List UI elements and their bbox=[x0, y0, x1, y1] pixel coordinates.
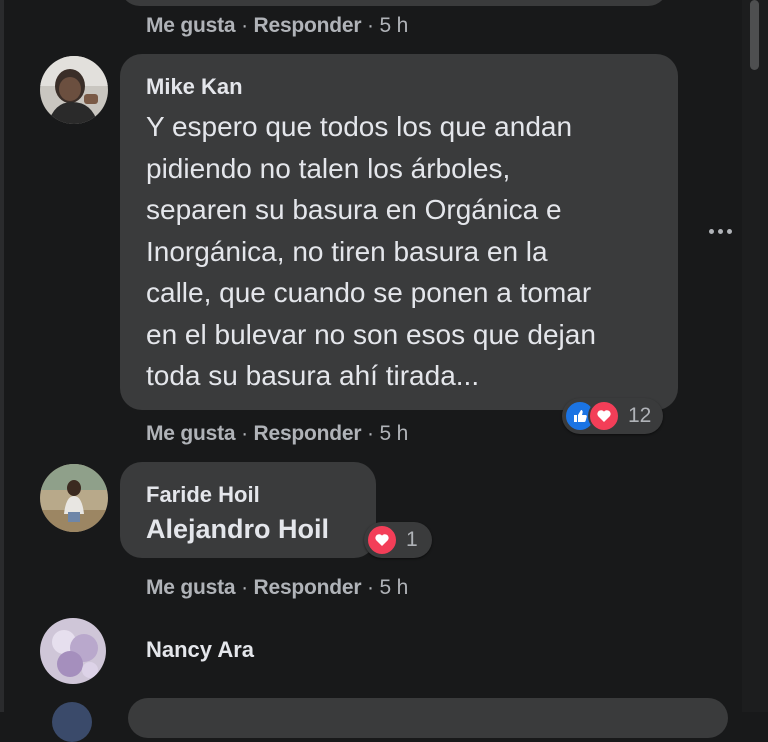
comment-author[interactable]: Faride Hoil bbox=[146, 482, 329, 508]
separator: · bbox=[367, 422, 374, 445]
previous-comment-bubble bbox=[120, 0, 668, 6]
comment-actions-0: Me gusta · Responder · 5 h bbox=[146, 14, 408, 38]
comment-line: separen su basura en Orgánica e bbox=[146, 194, 562, 225]
separator: · bbox=[367, 14, 374, 37]
avatar-faride-hoil[interactable] bbox=[40, 464, 108, 532]
like-action[interactable]: Me gusta bbox=[146, 576, 236, 599]
reaction-summary[interactable]: 12 bbox=[562, 398, 664, 434]
comment-actions-1: Me gusta · Responder · 5 h bbox=[146, 422, 408, 446]
reply-action[interactable]: Responder bbox=[254, 422, 362, 445]
reply-action[interactable]: Responder bbox=[254, 576, 362, 599]
timestamp[interactable]: 5 h bbox=[379, 422, 408, 445]
separator: · bbox=[241, 14, 248, 37]
timestamp[interactable]: 5 h bbox=[379, 14, 408, 37]
comment-line: Y espero que todos los que andan bbox=[146, 111, 573, 142]
comment-text: Y espero que todos los que andan pidiend… bbox=[146, 106, 596, 397]
like-action[interactable]: Me gusta bbox=[146, 422, 236, 445]
scrollbar-thumb[interactable] bbox=[750, 0, 759, 70]
comment-bubble-mike-kan: Mike Kan Y espero que todos los que anda… bbox=[120, 54, 678, 410]
love-icon bbox=[588, 400, 620, 432]
more-options-icon[interactable] bbox=[700, 216, 740, 246]
mention-link[interactable]: Alejandro Hoil bbox=[146, 514, 329, 545]
timestamp[interactable]: 5 h bbox=[379, 576, 408, 599]
reaction-count: 12 bbox=[628, 404, 652, 427]
comment-line: Inorgánica, no tiren basura en la bbox=[146, 235, 548, 267]
separator: · bbox=[241, 422, 248, 445]
next-comment-bubble bbox=[128, 698, 728, 738]
comment-bubble-faride-hoil: Faride Hoil Alejandro Hoil bbox=[120, 462, 376, 558]
avatar-mike-kan[interactable] bbox=[40, 56, 108, 124]
window-left-edge bbox=[0, 0, 4, 712]
reaction-summary[interactable]: 1 bbox=[364, 522, 432, 558]
comment-actions-2: Me gusta · Responder · 5 h bbox=[146, 576, 408, 600]
separator: · bbox=[241, 576, 248, 599]
comment-line: calle, que cuando se ponen a tomar bbox=[146, 277, 592, 308]
separator: · bbox=[367, 576, 374, 599]
reaction-count: 1 bbox=[406, 528, 418, 551]
comment-author[interactable]: Nancy Ara bbox=[146, 637, 254, 663]
comment-author[interactable]: Mike Kan bbox=[146, 74, 596, 100]
comment-line: en el bulevar no son esos que dejan bbox=[146, 318, 596, 350]
comment-line: toda su basura ahí tirada... bbox=[146, 360, 480, 391]
like-action[interactable]: Me gusta bbox=[146, 14, 236, 37]
avatar-nancy-ara[interactable] bbox=[40, 618, 106, 684]
scrollbar[interactable] bbox=[742, 0, 768, 712]
avatar-next-commenter[interactable] bbox=[52, 702, 92, 742]
reply-action[interactable]: Responder bbox=[254, 14, 362, 37]
comment-line: pidiendo no talen los árboles, bbox=[146, 152, 511, 184]
love-icon bbox=[366, 524, 398, 556]
